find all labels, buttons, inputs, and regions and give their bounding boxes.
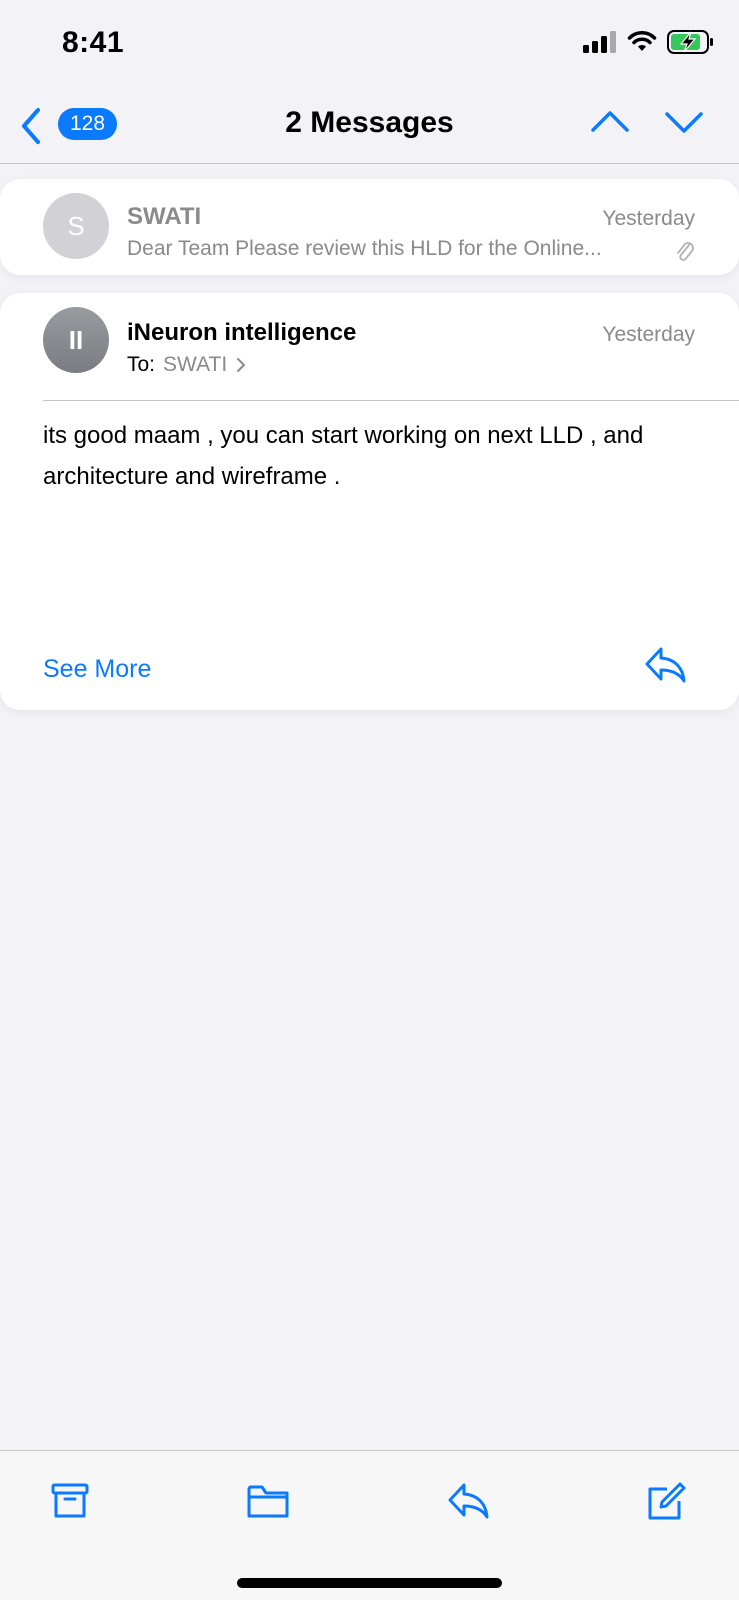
avatar: S [43,193,109,259]
battery-charging-icon [667,30,713,54]
status-bar: 8:41 [0,0,739,90]
chevron-down-icon[interactable] [664,108,704,136]
compose-icon[interactable] [645,1481,687,1523]
wifi-icon [627,31,657,51]
status-icons [583,30,715,54]
signal-icon [583,31,616,53]
reply-icon[interactable] [643,645,687,685]
avatar: II [43,307,109,373]
message-date: Yesterday [602,207,695,230]
archive-icon[interactable] [50,1481,90,1521]
message-card-collapsed[interactable]: S SWATI Yesterday Dear Team Please revie… [0,179,739,275]
message-preview: Dear Team Please review this HLD for the… [127,237,602,260]
recipient-name[interactable]: SWATI [163,353,227,377]
chevron-up-icon[interactable] [590,108,630,136]
home-indicator [237,1578,502,1588]
folder-icon[interactable] [246,1481,290,1521]
to-label: To: [127,353,156,376]
paperclip-icon [677,242,694,261]
status-time: 8:41 [62,26,125,59]
message-date: Yesterday [602,323,695,346]
nav-bar: 128 2 Messages [0,96,739,164]
divider [43,400,739,401]
sender-name: iNeuron intelligence [127,319,357,346]
chevron-right-icon [237,358,246,372]
message-card-expanded: II iNeuron intelligence Yesterday To: SW… [0,293,739,710]
sender-name: SWATI [127,203,202,230]
message-body: its good maam , you can start working on… [43,422,644,490]
see-more-link[interactable]: See More [43,655,151,684]
recipient-row[interactable]: To: SWATI [127,353,247,377]
reply-icon[interactable] [446,1481,490,1521]
